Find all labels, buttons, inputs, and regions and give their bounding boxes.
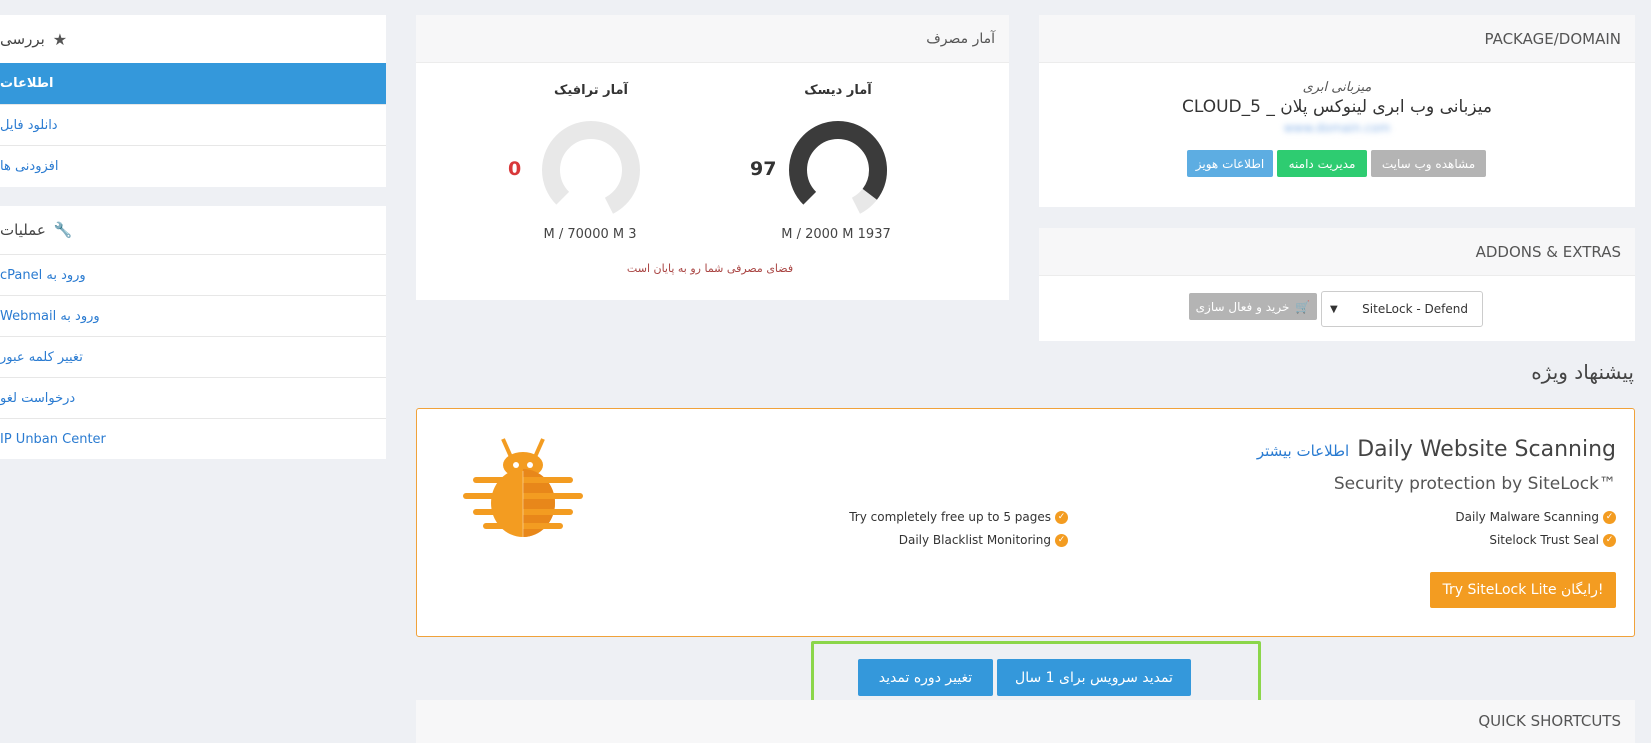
package-panel: PACKAGE/DOMAIN میزبانی ابری میزبانی وب ا… [1039,15,1635,207]
special-offer-title: پیشنهاد ویژه [1531,360,1634,384]
check-icon: ✓ [1055,534,1068,547]
addons-panel: ADDONS & EXTRAS ▼ SiteLock - Defend خرید… [1039,228,1635,341]
traffic-value: 0 [508,158,522,180]
manage-domain-button[interactable]: مدیریت دامنه [1277,150,1367,177]
usage-panel: آمار مصرف آمار دیسک 97 M / 2000 M 1937 آ… [416,15,1009,300]
check-icon: ✓ [1603,511,1616,524]
cart-icon: 🛒 [1295,299,1311,314]
sidebar-item-cpanel[interactable]: ورود به cPanel [0,254,386,295]
sidebar-overview-panel: ★ بررسی اطلاعات دانلود فایل افزودنی ها [0,15,386,187]
sidebar-item-cancel-request[interactable]: درخواست لغو [0,377,386,418]
sidebar-item-info[interactable]: اطلاعات [0,63,386,104]
sidebar-actions-panel: 🔧 عملیات ورود به cPanel ورود به Webmail … [0,206,386,459]
feature-trust-seal: Sitelock Trust Seal ✓ [1489,533,1616,547]
sidebar-actions-title: عملیات [0,221,46,239]
chevron-down-icon: ▼ [1330,303,1338,315]
change-renew-period-button[interactable]: تغییر دوره تمدید [858,659,993,696]
disk-detail: M / 2000 M 1937 [781,227,891,242]
whois-button[interactable]: اطلاعات هویز [1187,150,1273,177]
promo-heading-row: اطلاعات بیشتر Daily Website Scanning [1257,437,1616,462]
addons-select[interactable]: ▼ SiteLock - Defend [1321,291,1483,327]
buy-activate-button[interactable]: خرید و فعال سازی 🛒 [1189,293,1317,320]
view-website-button[interactable]: مشاهده وب سایت [1371,150,1486,177]
disk-label: آمار دیسک [804,83,872,98]
usage-warning: فضای مصرفی شما رو به پایان است [626,262,794,275]
sidebar-overview-title: بررسی [0,30,45,48]
shortcuts-panel: QUICK SHORTCUTS [416,700,1635,743]
sidebar-item-ip-unban[interactable]: IP Unban Center [0,418,386,459]
package-name: میزبانی وب ابری لینوکس پلان _ CLOUD_5 [1181,97,1493,117]
feature-blacklist: Daily Blacklist Monitoring ✓ [899,533,1068,547]
addons-select-value: SiteLock - Defend [1362,302,1468,316]
disk-gauge [789,121,887,219]
package-header: PACKAGE/DOMAIN [1039,15,1635,63]
sidebar-item-addons[interactable]: افزودنی ها [0,145,386,186]
check-icon: ✓ [1603,534,1616,547]
wrench-icon: 🔧 [53,221,73,239]
shortcuts-header: QUICK SHORTCUTS [1478,712,1621,730]
sidebar-item-change-password[interactable]: تغییر کلمه عبور [0,336,386,377]
sitelock-promo: اطلاعات بیشتر Daily Website Scanning Sec… [416,408,1635,637]
promo-more-info-link[interactable]: اطلاعات بیشتر [1257,442,1349,460]
promo-heading: Daily Website Scanning [1357,437,1616,462]
sidebar-item-download[interactable]: دانلود فایل [0,104,386,145]
renew-one-year-button[interactable]: تمدید سرویس برای 1 سال [997,659,1191,696]
promo-subheading: Security protection by SiteLock™ [1333,474,1616,494]
sidebar-actions-header: 🔧 عملیات [0,206,386,254]
traffic-detail: M / 70000 M 3 [543,227,637,242]
bug-icon [463,438,583,537]
feature-free-pages: Try completely free up to 5 pages ✓ [849,510,1068,524]
usage-title: آمار مصرف [416,15,1009,63]
buy-activate-label: خرید و فعال سازی [1195,299,1290,314]
try-sitelock-button[interactable]: Try SiteLock Lite رایگان! [1430,572,1616,608]
package-domain[interactable]: www.domain.com [1039,121,1635,135]
addons-header: ADDONS & EXTRAS [1039,228,1635,276]
package-group: میزبانی ابری [1302,80,1372,95]
traffic-label: آمار ترافیک [554,83,628,98]
sidebar-overview-header: ★ بررسی [0,15,386,63]
check-icon: ✓ [1055,511,1068,524]
disk-value: 97 [750,158,777,180]
feature-daily-malware: Daily Malware Scanning ✓ [1455,510,1616,524]
traffic-gauge [542,121,640,219]
star-icon: ★ [52,29,68,49]
sidebar-item-webmail[interactable]: ورود به Webmail [0,295,386,336]
